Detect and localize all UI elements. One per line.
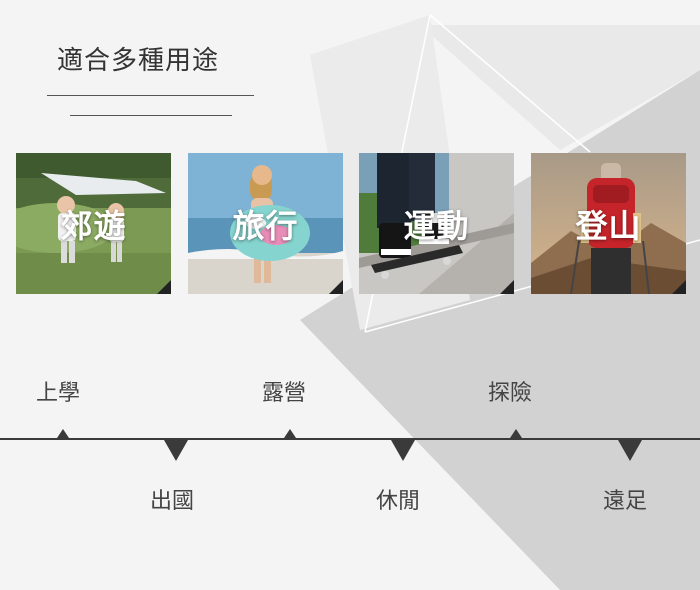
card-travel[interactable]: 旅行	[188, 153, 343, 294]
timeline-marker-down	[618, 440, 642, 461]
timeline-label-leisure: 休閒	[376, 489, 421, 514]
card-label: 運動	[403, 207, 470, 245]
card-sports[interactable]: 運動	[359, 153, 514, 294]
timeline-label-camping: 露營	[262, 381, 307, 406]
card-hiking[interactable]: 登山	[531, 153, 686, 294]
title-divider-bottom	[70, 115, 232, 116]
card-corner	[672, 280, 686, 294]
card-label: 旅行	[232, 207, 299, 245]
timeline-marker-up	[510, 429, 522, 438]
timeline-marker-up	[57, 429, 69, 438]
timeline-marker-down	[164, 440, 188, 461]
card-corner	[329, 280, 343, 294]
card-label: 登山	[575, 207, 642, 245]
timeline-line	[0, 438, 700, 440]
timeline-marker-down	[391, 440, 415, 461]
card-label: 郊遊	[60, 207, 127, 245]
card-corner	[157, 280, 171, 294]
background-shapes	[300, 14, 700, 590]
page-title: 適合多種用途	[57, 46, 220, 76]
card-corner	[500, 280, 514, 294]
timeline-label-excursion: 遠足	[603, 489, 648, 514]
timeline-label-school: 上學	[36, 381, 81, 406]
card-outing[interactable]: 郊遊	[16, 153, 171, 294]
timeline-label-adventure: 探險	[488, 381, 533, 406]
timeline-marker-up	[284, 429, 296, 438]
timeline-label-abroad: 出國	[150, 489, 195, 514]
title-divider-top	[47, 95, 254, 96]
